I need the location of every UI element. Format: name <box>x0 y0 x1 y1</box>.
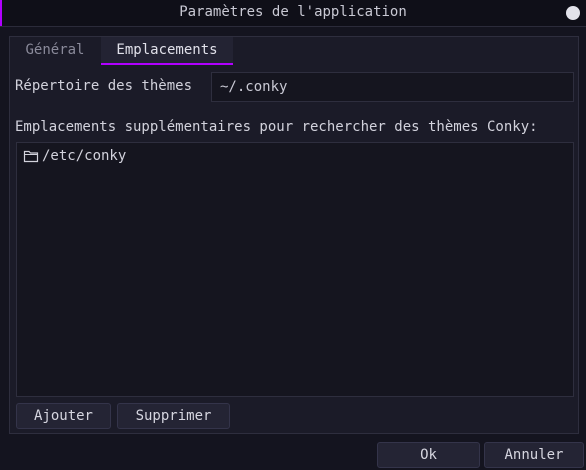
window-title: Paramètres de l'application <box>179 4 407 20</box>
list-item[interactable]: /etc/conky <box>23 147 126 165</box>
locations-list[interactable]: /etc/conky <box>16 142 574 397</box>
extra-locations-label: Emplacements supplémentaires pour recher… <box>15 119 538 135</box>
cancel-button[interactable]: Annuler <box>484 442 584 468</box>
remove-button[interactable]: Supprimer <box>117 403 230 429</box>
tab-locations[interactable]: Emplacements <box>101 37 233 65</box>
themes-dir-label: Répertoire des thèmes <box>15 78 193 94</box>
ok-button[interactable]: Ok <box>377 442 480 468</box>
list-item-path: /etc/conky <box>42 148 127 164</box>
themes-dir-input[interactable]: ~/.conky <box>211 72 574 102</box>
add-button[interactable]: Ajouter <box>16 403 111 429</box>
title-bar: Paramètres de l'application <box>0 0 586 27</box>
tab-general[interactable]: Général <box>11 37 99 65</box>
folder-icon <box>23 150 39 163</box>
close-icon[interactable] <box>566 6 580 20</box>
